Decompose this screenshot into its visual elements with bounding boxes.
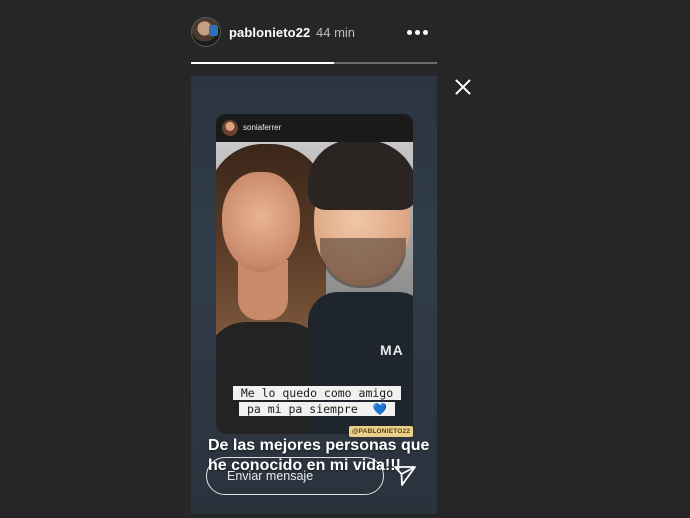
reply-input[interactable]: Enviar mensaje [206,457,384,495]
reposted-avatar [222,120,238,136]
story-progress-bar [191,62,437,64]
avatar[interactable] [191,17,221,47]
close-icon[interactable] [452,76,474,98]
story-content[interactable]: soniaferrer MA Me lo quedo como amigo pa… [191,76,437,514]
more-horizontal-icon[interactable] [407,27,431,37]
blue-heart-icon: 💙 [368,402,392,416]
reposted-username: soniaferrer [243,123,282,132]
username[interactable]: pablonieto22 [229,25,310,40]
reply-placeholder: Enviar mensaje [227,469,314,483]
story-header: pablonieto22 44 min [191,15,437,51]
paper-plane-icon[interactable] [393,465,417,487]
reposted-story-card[interactable]: soniaferrer MA Me lo quedo como amigo pa… [216,114,413,434]
shirt-print: MA [380,342,404,358]
story-progress-fill [191,62,334,64]
story-quote-text: Me lo quedo como amigo pa mi pa siempre … [222,385,412,417]
reposted-story-header: soniaferrer [216,114,413,142]
story-timestamp: 44 min [316,25,356,40]
